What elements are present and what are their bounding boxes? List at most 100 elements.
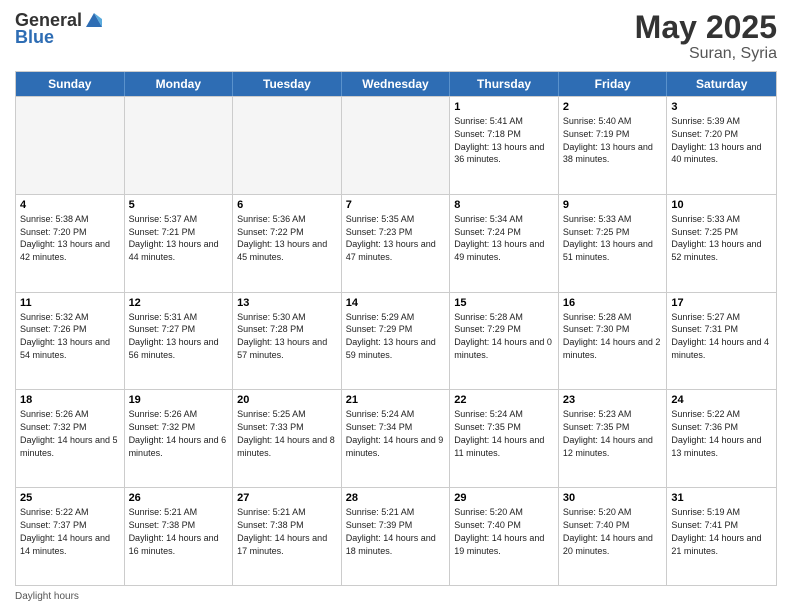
table-row: 1Sunrise: 5:41 AMSunset: 7:18 PMDaylight… (450, 97, 559, 194)
cell-info: Sunrise: 5:39 AMSunset: 7:20 PMDaylight:… (671, 116, 761, 164)
table-row: 14Sunrise: 5:29 AMSunset: 7:29 PMDayligh… (342, 293, 451, 390)
table-row: 31Sunrise: 5:19 AMSunset: 7:41 PMDayligh… (667, 488, 776, 585)
logo-icon (84, 9, 104, 29)
day-number: 5 (129, 198, 229, 213)
table-row: 11Sunrise: 5:32 AMSunset: 7:26 PMDayligh… (16, 293, 125, 390)
table-row: 4Sunrise: 5:38 AMSunset: 7:20 PMDaylight… (16, 195, 125, 292)
day-number: 1 (454, 100, 554, 115)
table-row: 30Sunrise: 5:20 AMSunset: 7:40 PMDayligh… (559, 488, 668, 585)
day-number: 4 (20, 198, 120, 213)
cell-info: Sunrise: 5:28 AMSunset: 7:30 PMDaylight:… (563, 312, 661, 360)
cell-info: Sunrise: 5:34 AMSunset: 7:24 PMDaylight:… (454, 214, 544, 262)
cell-info: Sunrise: 5:36 AMSunset: 7:22 PMDaylight:… (237, 214, 327, 262)
week-row-1: 1Sunrise: 5:41 AMSunset: 7:18 PMDaylight… (16, 96, 776, 194)
day-number: 21 (346, 393, 446, 408)
day-number: 22 (454, 393, 554, 408)
table-row: 27Sunrise: 5:21 AMSunset: 7:38 PMDayligh… (233, 488, 342, 585)
table-row: 29Sunrise: 5:20 AMSunset: 7:40 PMDayligh… (450, 488, 559, 585)
table-row: 10Sunrise: 5:33 AMSunset: 7:25 PMDayligh… (667, 195, 776, 292)
table-row: 2Sunrise: 5:40 AMSunset: 7:19 PMDaylight… (559, 97, 668, 194)
cell-info: Sunrise: 5:41 AMSunset: 7:18 PMDaylight:… (454, 116, 544, 164)
table-row: 3Sunrise: 5:39 AMSunset: 7:20 PMDaylight… (667, 97, 776, 194)
day-number: 23 (563, 393, 663, 408)
cell-info: Sunrise: 5:20 AMSunset: 7:40 PMDaylight:… (563, 507, 653, 555)
header: General Blue May 2025 Suran, Syria (15, 10, 777, 63)
table-row: 17Sunrise: 5:27 AMSunset: 7:31 PMDayligh… (667, 293, 776, 390)
day-number: 29 (454, 491, 554, 506)
day-number: 17 (671, 296, 772, 311)
table-row: 8Sunrise: 5:34 AMSunset: 7:24 PMDaylight… (450, 195, 559, 292)
cell-info: Sunrise: 5:31 AMSunset: 7:27 PMDaylight:… (129, 312, 219, 360)
table-row: 28Sunrise: 5:21 AMSunset: 7:39 PMDayligh… (342, 488, 451, 585)
table-row: 26Sunrise: 5:21 AMSunset: 7:38 PMDayligh… (125, 488, 234, 585)
header-friday: Friday (559, 72, 668, 96)
cell-info: Sunrise: 5:24 AMSunset: 7:35 PMDaylight:… (454, 409, 544, 457)
day-number: 3 (671, 100, 772, 115)
day-number: 13 (237, 296, 337, 311)
table-row (125, 97, 234, 194)
calendar-body: 1Sunrise: 5:41 AMSunset: 7:18 PMDaylight… (16, 96, 776, 585)
cell-info: Sunrise: 5:32 AMSunset: 7:26 PMDaylight:… (20, 312, 110, 360)
cell-info: Sunrise: 5:22 AMSunset: 7:37 PMDaylight:… (20, 507, 110, 555)
calendar-header: Sunday Monday Tuesday Wednesday Thursday… (16, 72, 776, 96)
header-sunday: Sunday (16, 72, 125, 96)
table-row (342, 97, 451, 194)
cell-info: Sunrise: 5:29 AMSunset: 7:29 PMDaylight:… (346, 312, 436, 360)
page: General Blue May 2025 Suran, Syria Sunda… (0, 0, 792, 612)
day-number: 19 (129, 393, 229, 408)
cell-info: Sunrise: 5:22 AMSunset: 7:36 PMDaylight:… (671, 409, 761, 457)
cell-info: Sunrise: 5:33 AMSunset: 7:25 PMDaylight:… (563, 214, 653, 262)
table-row: 21Sunrise: 5:24 AMSunset: 7:34 PMDayligh… (342, 390, 451, 487)
cell-info: Sunrise: 5:27 AMSunset: 7:31 PMDaylight:… (671, 312, 769, 360)
day-number: 11 (20, 296, 120, 311)
table-row (233, 97, 342, 194)
day-number: 7 (346, 198, 446, 213)
cell-info: Sunrise: 5:20 AMSunset: 7:40 PMDaylight:… (454, 507, 544, 555)
table-row (16, 97, 125, 194)
header-thursday: Thursday (450, 72, 559, 96)
table-row: 12Sunrise: 5:31 AMSunset: 7:27 PMDayligh… (125, 293, 234, 390)
cell-info: Sunrise: 5:26 AMSunset: 7:32 PMDaylight:… (20, 409, 118, 457)
day-number: 15 (454, 296, 554, 311)
day-number: 25 (20, 491, 120, 506)
table-row: 22Sunrise: 5:24 AMSunset: 7:35 PMDayligh… (450, 390, 559, 487)
logo: General Blue (15, 10, 104, 48)
day-number: 30 (563, 491, 663, 506)
title-month: May 2025 (635, 10, 777, 45)
day-number: 14 (346, 296, 446, 311)
day-number: 10 (671, 198, 772, 213)
cell-info: Sunrise: 5:37 AMSunset: 7:21 PMDaylight:… (129, 214, 219, 262)
cell-info: Sunrise: 5:19 AMSunset: 7:41 PMDaylight:… (671, 507, 761, 555)
table-row: 16Sunrise: 5:28 AMSunset: 7:30 PMDayligh… (559, 293, 668, 390)
day-number: 8 (454, 198, 554, 213)
calendar: Sunday Monday Tuesday Wednesday Thursday… (15, 71, 777, 586)
day-number: 20 (237, 393, 337, 408)
table-row: 13Sunrise: 5:30 AMSunset: 7:28 PMDayligh… (233, 293, 342, 390)
table-row: 5Sunrise: 5:37 AMSunset: 7:21 PMDaylight… (125, 195, 234, 292)
table-row: 7Sunrise: 5:35 AMSunset: 7:23 PMDaylight… (342, 195, 451, 292)
header-tuesday: Tuesday (233, 72, 342, 96)
header-wednesday: Wednesday (342, 72, 451, 96)
cell-info: Sunrise: 5:23 AMSunset: 7:35 PMDaylight:… (563, 409, 653, 457)
logo-blue-text: Blue (15, 27, 54, 48)
day-number: 9 (563, 198, 663, 213)
week-row-5: 25Sunrise: 5:22 AMSunset: 7:37 PMDayligh… (16, 487, 776, 585)
table-row: 24Sunrise: 5:22 AMSunset: 7:36 PMDayligh… (667, 390, 776, 487)
table-row: 23Sunrise: 5:23 AMSunset: 7:35 PMDayligh… (559, 390, 668, 487)
table-row: 15Sunrise: 5:28 AMSunset: 7:29 PMDayligh… (450, 293, 559, 390)
day-number: 18 (20, 393, 120, 408)
table-row: 20Sunrise: 5:25 AMSunset: 7:33 PMDayligh… (233, 390, 342, 487)
table-row: 25Sunrise: 5:22 AMSunset: 7:37 PMDayligh… (16, 488, 125, 585)
table-row: 19Sunrise: 5:26 AMSunset: 7:32 PMDayligh… (125, 390, 234, 487)
day-number: 12 (129, 296, 229, 311)
day-number: 27 (237, 491, 337, 506)
day-number: 28 (346, 491, 446, 506)
day-number: 31 (671, 491, 772, 506)
cell-info: Sunrise: 5:21 AMSunset: 7:38 PMDaylight:… (237, 507, 327, 555)
cell-info: Sunrise: 5:30 AMSunset: 7:28 PMDaylight:… (237, 312, 327, 360)
cell-info: Sunrise: 5:25 AMSunset: 7:33 PMDaylight:… (237, 409, 335, 457)
day-number: 16 (563, 296, 663, 311)
cell-info: Sunrise: 5:40 AMSunset: 7:19 PMDaylight:… (563, 116, 653, 164)
cell-info: Sunrise: 5:24 AMSunset: 7:34 PMDaylight:… (346, 409, 444, 457)
week-row-3: 11Sunrise: 5:32 AMSunset: 7:26 PMDayligh… (16, 292, 776, 390)
